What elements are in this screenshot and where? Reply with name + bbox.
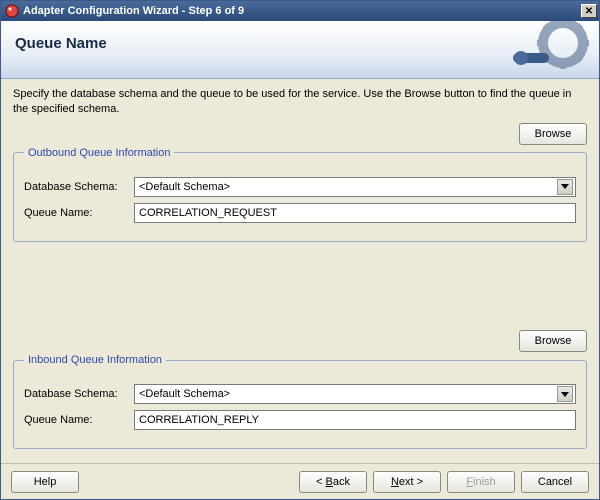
inbound-group: Inbound Queue Information Database Schem… [13,354,587,449]
outbound-queue-label: Queue Name: [24,207,134,219]
outbound-schema-value: <Default Schema> [139,181,230,193]
outbound-browse-button[interactable]: Browse [519,123,587,145]
instructions-text: Specify the database schema and the queu… [13,87,587,117]
window-title: Adapter Configuration Wizard - Step 6 of… [23,5,581,17]
back-button[interactable]: < Back [299,471,367,493]
outbound-group: Outbound Queue Information Database Sche… [13,147,587,242]
next-button[interactable]: Next > [373,471,441,493]
header-banner: Queue Name [1,21,599,79]
wizard-window: Adapter Configuration Wizard - Step 6 of… [0,0,600,500]
close-button[interactable]: ✕ [581,4,597,18]
outbound-schema-select[interactable]: <Default Schema> [134,177,576,197]
inbound-schema-select[interactable]: <Default Schema> [134,384,576,404]
inbound-browse-button[interactable]: Browse [519,330,587,352]
gear-icon [513,21,593,79]
inbound-schema-value: <Default Schema> [139,388,230,400]
outbound-legend: Outbound Queue Information [24,147,174,159]
chevron-down-icon [557,179,573,195]
content-area: Specify the database schema and the queu… [1,79,599,463]
inbound-schema-label: Database Schema: [24,388,134,400]
outbound-queue-input[interactable] [134,203,576,223]
outbound-schema-label: Database Schema: [24,181,134,193]
inbound-queue-label: Queue Name: [24,414,134,426]
close-icon: ✕ [585,6,593,17]
cancel-button[interactable]: Cancel [521,471,589,493]
page-title: Queue Name [15,35,107,52]
help-button[interactable]: Help [11,471,79,493]
button-bar: Help < Back Next > Finish Cancel [1,463,599,499]
app-icon [5,4,19,18]
inbound-queue-input[interactable] [134,410,576,430]
chevron-down-icon [557,386,573,402]
titlebar: Adapter Configuration Wizard - Step 6 of… [1,1,599,21]
finish-button: Finish [447,471,515,493]
inbound-legend: Inbound Queue Information [24,354,166,366]
